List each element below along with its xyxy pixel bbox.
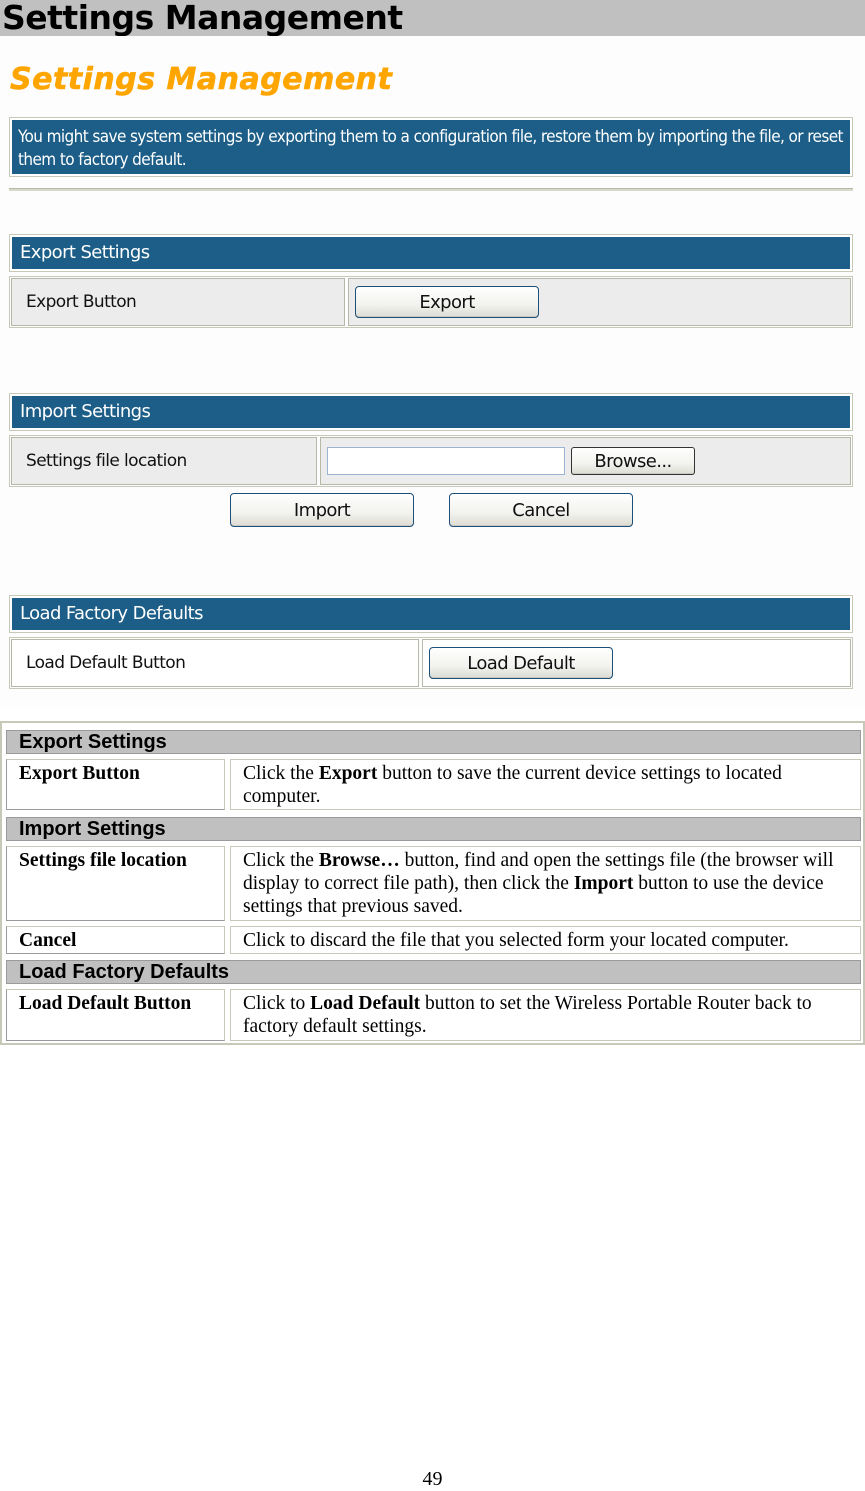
definition: Click the Export button to save the curr… [230, 759, 861, 810]
emphasized-term: Import [573, 873, 634, 894]
table-row: Settings file location Click the Browse…… [6, 846, 861, 921]
section-header-factory: Load Factory Defaults [6, 960, 861, 984]
intro-text: You might save system settings by export… [12, 120, 850, 174]
emphasized-term: Load Default [310, 993, 421, 1014]
export-button-label: Export Button [11, 278, 345, 326]
load-factory-defaults-panel: Load Factory Defaults Load Default Butto… [9, 595, 853, 689]
definition: Click to Load Default button to set the … [230, 989, 861, 1041]
emphasized-term: Browse… [318, 850, 400, 871]
cancel-button[interactable]: Cancel [449, 493, 633, 527]
definition-text: Click to discard the file that you selec… [243, 930, 789, 951]
load-default-button-label: Load Default Button [11, 639, 419, 687]
section-header-import: Import Settings [6, 817, 861, 841]
import-settings-panel: Import Settings Settings file location B… [9, 393, 853, 487]
export-button[interactable]: Export [355, 286, 539, 318]
export-settings-panel: Export Settings Export Button Export [9, 234, 853, 328]
router-ui-screenshot: Settings Management You might save syste… [0, 36, 865, 708]
term: Load Default Button [6, 989, 225, 1041]
intro-box: You might save system settings by export… [9, 117, 853, 177]
definition: Click to discard the file that you selec… [230, 926, 861, 954]
import-button[interactable]: Import [230, 493, 414, 527]
definition-text: Click to [243, 993, 311, 1014]
table-row: Load Default Button Click to Load Defaul… [6, 989, 861, 1041]
document-heading: Settings Management [0, 0, 865, 36]
settings-file-input[interactable] [327, 447, 565, 475]
emphasized-term: Export [318, 763, 378, 784]
definition-text: Click the [243, 850, 319, 871]
term: Cancel [6, 926, 225, 954]
section-header-export: Export Settings [6, 730, 861, 754]
load-default-button[interactable]: Load Default [429, 647, 613, 679]
browse-button[interactable]: Browse... [571, 447, 695, 475]
export-settings-header: Export Settings [12, 237, 850, 269]
term: Export Button [6, 759, 225, 810]
definition-text: Click the [243, 763, 319, 784]
table-row: Cancel Click to discard the file that yo… [6, 926, 861, 954]
divider [9, 188, 853, 191]
settings-file-location-label: Settings file location [11, 437, 317, 485]
import-settings-header: Import Settings [12, 396, 850, 428]
definition: Click the Browse… button, find and open … [230, 846, 861, 921]
table-row: Export Button Click the Export button to… [6, 759, 861, 810]
term: Settings file location [6, 846, 225, 921]
load-factory-defaults-header: Load Factory Defaults [12, 598, 850, 630]
description-table: Export Settings Export Button Click the … [0, 721, 865, 1045]
page-title: Settings Management [10, 62, 393, 98]
